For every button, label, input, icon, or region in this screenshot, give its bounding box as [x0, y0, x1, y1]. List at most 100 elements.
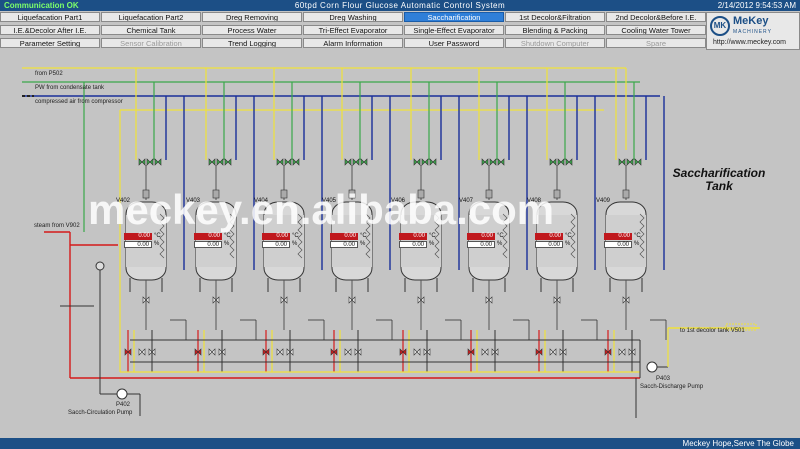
p402-pump-icon	[116, 388, 128, 400]
tank-level-readout: 0.00	[604, 241, 632, 248]
tank-5-inlet-valve-2-icon	[421, 158, 429, 166]
label-p403-name: Sacch-Discharge Pump	[640, 384, 704, 390]
logo-brand: MeKey	[733, 15, 769, 27]
tank-7-agitator-icon	[553, 189, 561, 199]
tank-1-inlet-valve-2-icon	[146, 158, 154, 166]
nav-button-dreg-removing[interactable]: Dreg Removing	[202, 12, 302, 22]
nav-button-parameter-setting[interactable]: Parameter Setting	[0, 38, 100, 48]
tank-8-lower-valve-2-icon	[618, 348, 626, 356]
tank-6-lower-valve-2-icon	[481, 348, 489, 356]
tank-3-inlet-valve-2-icon	[284, 158, 292, 166]
tank-level-unit: %	[292, 241, 298, 247]
tank-4-inlet-valve-3-icon	[360, 158, 368, 166]
tank-level-unit: %	[634, 241, 640, 247]
communication-status: Communication OK	[4, 1, 79, 10]
tank-8-agitator-icon	[622, 189, 630, 199]
tank-temperature-readout: 0.00	[604, 233, 632, 240]
nav-button-user-password[interactable]: User Password	[404, 38, 504, 48]
nav-button-2nd-decolor-before-i-e[interactable]: 2nd Decolor&Before I.E.	[606, 12, 706, 22]
tank-level-unit: %	[224, 241, 230, 247]
label-compressed-air: compressed air from compressor	[35, 99, 123, 105]
tank-2-lower-valve-2-icon	[208, 348, 216, 356]
nav-button-trend-logging[interactable]: Trend Logging	[202, 38, 302, 48]
tank-temperature-unit: °C	[565, 233, 572, 239]
nav-button-single-effect-evaporator[interactable]: Single-Effect Evaporator	[404, 25, 504, 35]
tank-6-inlet-valve-2-icon	[489, 158, 497, 166]
tank-temperature-readout: 0.00	[467, 233, 495, 240]
tank-level-readout: 0.00	[535, 241, 563, 248]
logo-subtitle: MACHINERY	[733, 29, 772, 35]
nav-button-sensor-calibration[interactable]: Sensor Calibration	[101, 38, 201, 48]
watermark: meckey.en.alibaba.com	[88, 186, 555, 233]
tank-temperature-readout: 0.00	[399, 233, 427, 240]
tank-level-readout: 0.00	[262, 241, 290, 248]
page-title: 60tpd Corn Flour Glucose Automatic Contr…	[294, 1, 506, 10]
tank-5-lower-valve-2-icon	[413, 348, 421, 356]
tank-3-lower-valve-2-icon	[276, 348, 284, 356]
label-to-decolor: to 1st decolor tank V501	[680, 328, 745, 334]
tank-level-unit: %	[360, 241, 366, 247]
label-pw-condensate: PW from condensate tank	[35, 85, 105, 91]
tank-5-inlet-valve-3-icon	[429, 158, 437, 166]
top-status-bar: Communication OK 60tpd Corn Flour Glucos…	[0, 0, 800, 11]
tank-temperature-readout: 0.00	[330, 233, 358, 240]
tank-7-lower-valve-2-icon	[549, 348, 557, 356]
tank-7-inlet-valve-1-icon	[549, 158, 557, 166]
tank-4-lower-valve-2-icon	[344, 348, 352, 356]
label-p403: P403	[656, 376, 671, 382]
nav-button-dreg-washing[interactable]: Dreg Washing	[303, 12, 403, 22]
tank-6-inlet-valve-1-icon	[481, 158, 489, 166]
tank-3-inlet-valve-1-icon	[276, 158, 284, 166]
tank-8-inlet-valve-3-icon	[634, 158, 642, 166]
tank-temperature-readout: 0.00	[194, 233, 222, 240]
tank-1-inlet-valve-1-icon	[138, 158, 146, 166]
nav-button-cooling-water-tower[interactable]: Cooling Water Tower	[606, 25, 706, 35]
nav-button-1st-decolor-filtration[interactable]: 1st Decolor&Filtration	[505, 12, 605, 22]
nav-button-spare[interactable]: Spare	[606, 38, 706, 48]
tank-2-inlet-valve-1-icon	[208, 158, 216, 166]
footer-slogan: Meckey Hope,Serve The Globe	[682, 439, 794, 448]
tank-2-inlet-valve-2-icon	[216, 158, 224, 166]
tank-6-inlet-valve-3-icon	[497, 158, 505, 166]
tank-8-inlet-valve-1-icon	[618, 158, 626, 166]
tank-4-inlet-valve-2-icon	[352, 158, 360, 166]
tank-7-inlet-valve-3-icon	[565, 158, 573, 166]
tank-1-lower-valve-2-icon	[138, 348, 146, 356]
nav-button-tri-effect-evaporator[interactable]: Tri-Effect Evaporator	[303, 25, 403, 35]
tank-temperature-readout: 0.00	[124, 233, 152, 240]
tank-level-unit: %	[429, 241, 435, 247]
label-steam: steam from V902	[34, 223, 80, 229]
tank-level-unit: %	[154, 241, 160, 247]
nav-button-liquefacation-part1[interactable]: Liquefacation Part1	[0, 12, 100, 22]
tank-level-unit: %	[565, 241, 571, 247]
nav-button-shutdown-computer[interactable]: Shutdown Computer	[505, 38, 605, 48]
nav-button-chemical-tank[interactable]: Chemical Tank	[101, 25, 201, 35]
nav-button-saccharification[interactable]: Saccharification	[404, 12, 504, 22]
inline-instrument-icon	[95, 261, 105, 271]
nav-button-i-e-decolor-after-i-e[interactable]: I.E.&Decolor After I.E.	[0, 25, 100, 35]
nav-button-process-water[interactable]: Process Water	[202, 25, 302, 35]
tank-level-unit: %	[497, 241, 503, 247]
tank-level-readout: 0.00	[399, 241, 427, 248]
tank-1-inlet-valve-3-icon	[154, 158, 162, 166]
tank-8-inlet-valve-2-icon	[626, 158, 634, 166]
footer-bar: Meckey Hope,Serve The Globe	[0, 438, 800, 449]
p403-pump-icon	[646, 361, 658, 373]
tank-temperature-readout: 0.00	[262, 233, 290, 240]
tank-tag: V409	[596, 198, 611, 204]
nav-button-alarm-information[interactable]: Alarm Information	[303, 38, 403, 48]
process-title: Saccharification Tank	[672, 166, 766, 193]
tank-5-inlet-valve-1-icon	[413, 158, 421, 166]
tank-4-inlet-valve-1-icon	[344, 158, 352, 166]
company-logo: MK MeKey MACHINERY http://www.meckey.com	[706, 12, 800, 50]
nav-button-liquefacation-part2[interactable]: Liquefacation Part2	[101, 12, 201, 22]
tank-level-readout: 0.00	[124, 241, 152, 248]
tank-3-inlet-valve-3-icon	[292, 158, 300, 166]
nav-button-blending-packing[interactable]: Blending & Packing	[505, 25, 605, 35]
tank-level-readout: 0.00	[194, 241, 222, 248]
tank-temperature-readout: 0.00	[535, 233, 563, 240]
logo-mark-icon: MK	[710, 16, 730, 36]
tank-7-inlet-valve-2-icon	[557, 158, 565, 166]
tank-temperature-unit: °C	[634, 233, 641, 239]
tank-level-readout: 0.00	[330, 241, 358, 248]
